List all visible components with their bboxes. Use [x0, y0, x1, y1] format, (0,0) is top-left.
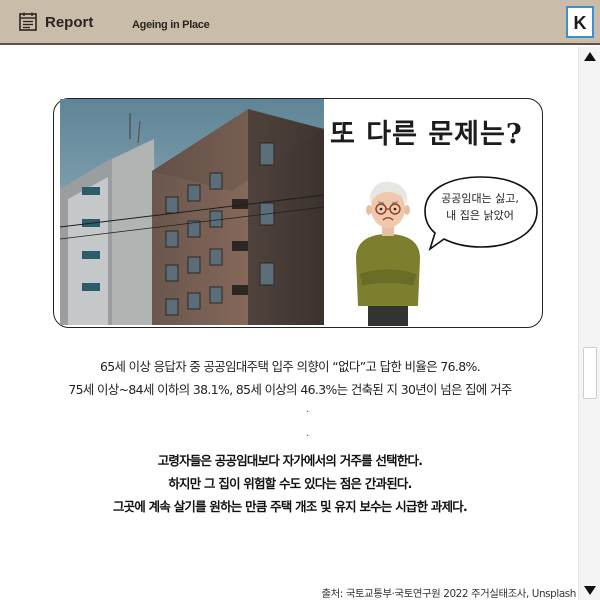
document-icon [19, 12, 37, 31]
k-logo-icon[interactable]: K [566, 6, 594, 38]
stat-line-2: 75세 이상~84세 이하의 38.1%, 85세 이상의 46.3%는 건축된… [68, 382, 512, 397]
header-bar: Report Ageing in Place K [0, 0, 600, 45]
stat-line-1: 65세 이상 응답자 중 공공임대주택 입주 의향이 “없다”고 답한 비율은 … [99, 359, 481, 374]
svg-text:K: K [574, 13, 587, 33]
conclusion-line-2: 하지만 그 집이 위험할 수도 있다는 점은 간과된다. [168, 476, 412, 491]
card-headline: 또 다른 문제는? [330, 119, 523, 150]
elderly-man-illustration [356, 181, 420, 326]
conclusion-line-1: 고령자들은 공공임대보다 자가에서의 거주를 선택한다. [157, 453, 423, 468]
apartment-building-photo [60, 99, 324, 325]
arrow-down-icon[interactable] [579, 580, 600, 600]
report-title: Report [45, 14, 94, 31]
speech-bubble-text: 공공임대는 싫고, 내 집은 낡았어 [424, 190, 536, 224]
separator-dot-1: . [306, 404, 310, 415]
speech-line-2: 내 집은 낡았어 [446, 209, 514, 222]
speech-line-1: 공공임대는 싫고, [441, 192, 519, 205]
conclusion-line-3: 그곳에 계속 살기를 원하는 만큼 주택 개조 및 유지 보수는 시급한 과제다… [112, 499, 468, 514]
scrollbar-thumb[interactable] [583, 347, 597, 399]
source-credit: 출처: 국토교통부·국토연구원 2022 주거실태조사, Unsplash [321, 588, 577, 600]
vertical-scrollbar[interactable] [578, 47, 600, 600]
separator-dot-2: . [306, 428, 310, 439]
report-subtitle: Ageing in Place [132, 19, 210, 31]
arrow-up-icon[interactable] [579, 47, 600, 67]
